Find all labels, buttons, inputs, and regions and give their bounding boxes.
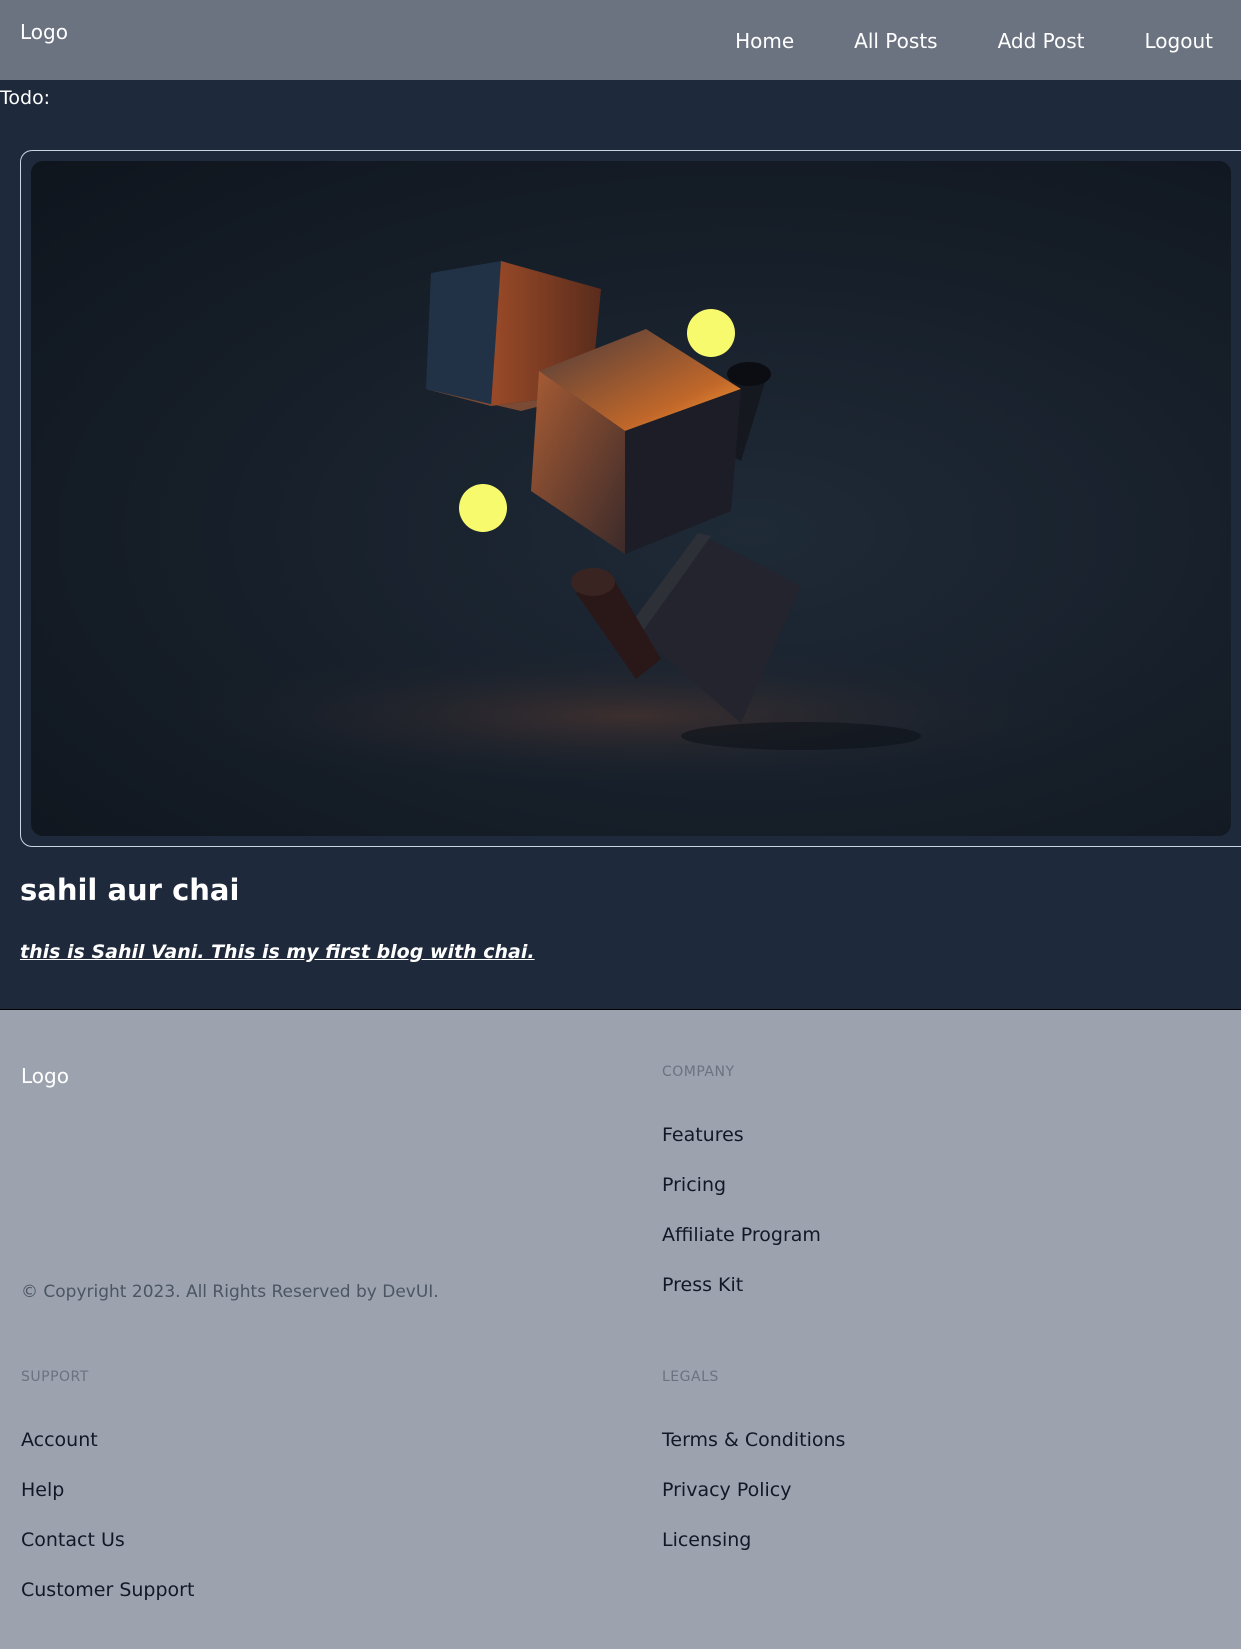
footer-link-contact-us[interactable]: Contact Us <box>21 1526 194 1554</box>
footer-link-licensing[interactable]: Licensing <box>662 1526 845 1554</box>
footer-column-company: Company Features Pricing Affiliate Progr… <box>662 1062 821 1321</box>
post-featured-image <box>31 161 1231 836</box>
header: Logo Home All Posts Add Post Logout <box>0 0 1241 80</box>
footer-column-title: Company <box>662 1064 735 1080</box>
yellow-orb-top <box>687 309 735 357</box>
header-logo[interactable]: Logo <box>20 18 68 46</box>
footer-column-title: Support <box>21 1369 89 1385</box>
footer: Logo © Copyright 2023. All Rights Reserv… <box>0 1009 1241 1649</box>
footer-link-account[interactable]: Account <box>21 1426 194 1454</box>
footer-link-press-kit[interactable]: Press Kit <box>662 1271 821 1299</box>
nav-add-post-button[interactable]: Add Post <box>966 26 1113 56</box>
footer-column-title: Legals <box>662 1369 719 1385</box>
post-image-card <box>20 150 1241 847</box>
nav-home-button[interactable]: Home <box>735 26 822 56</box>
footer-link-features[interactable]: Features <box>662 1121 821 1149</box>
nav-logout-button[interactable]: Logout <box>1113 26 1241 56</box>
footer-column-support: Support Account Help Contact Us Customer… <box>21 1367 194 1626</box>
main-content: Todo: sahil aur chai this is Sahil Vani.… <box>0 80 1241 1009</box>
main-nav: Home All Posts Add Post Logout <box>735 26 1241 56</box>
footer-link-affiliate-program[interactable]: Affiliate Program <box>662 1221 821 1249</box>
yellow-orb-left <box>459 484 507 532</box>
footer-link-privacy-policy[interactable]: Privacy Policy <box>662 1476 845 1504</box>
todo-label: Todo: <box>0 87 51 109</box>
post-title: sahil aur chai <box>20 873 240 907</box>
nav-all-posts-button[interactable]: All Posts <box>822 26 965 56</box>
footer-column-legals: Legals Terms & Conditions Privacy Policy… <box>662 1367 845 1576</box>
footer-link-pricing[interactable]: Pricing <box>662 1171 821 1199</box>
footer-link-terms-conditions[interactable]: Terms & Conditions <box>662 1426 845 1454</box>
floating-cubes-illustration <box>151 261 1111 786</box>
footer-link-customer-support[interactable]: Customer Support <box>21 1576 194 1604</box>
copyright-text: © Copyright 2023. All Rights Reserved by… <box>21 1282 439 1302</box>
footer-logo[interactable]: Logo <box>21 1062 69 1090</box>
footer-link-help[interactable]: Help <box>21 1476 194 1504</box>
post-content-link[interactable]: this is Sahil Vani. This is my first blo… <box>20 938 535 966</box>
